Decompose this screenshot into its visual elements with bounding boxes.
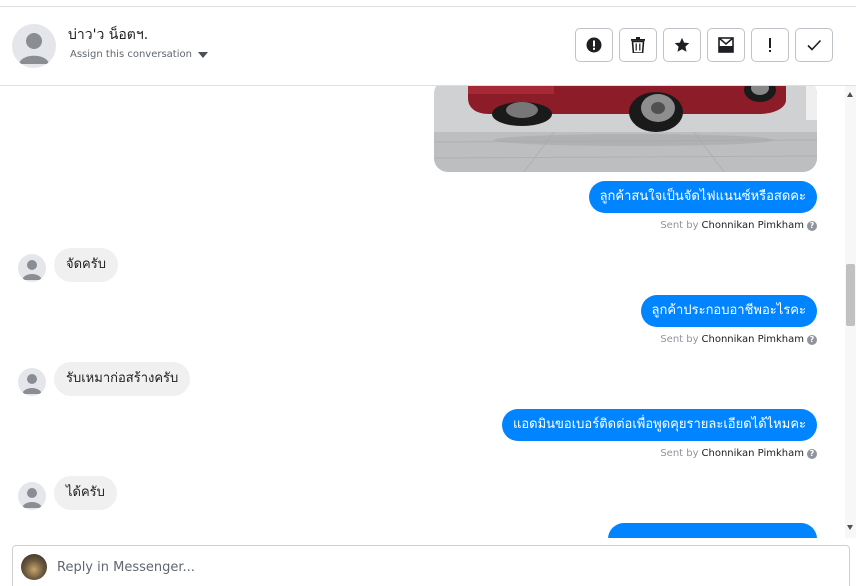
contact-name[interactable]: บ่าว'ว น็อตฯ. [68,24,148,46]
default-person-icon [19,33,49,64]
scroll-down-arrow-icon[interactable] [847,525,853,530]
star-icon [674,37,690,52]
default-person-icon [22,374,42,394]
agent-name[interactable]: Chonnikan Pimkham [702,220,804,231]
scrollbar-thumb[interactable] [846,264,855,326]
mark-done-button[interactable] [795,28,833,62]
car-photo-image [434,86,817,172]
scroll-up-arrow-icon[interactable] [847,92,853,97]
car-photo-attachment[interactable] [434,86,817,172]
mark-follow-up-button[interactable] [751,28,789,62]
reply-composer [12,545,850,586]
outgoing-message-partial [608,523,817,538]
sent-by-meta: Sent by Chonnikan Pimkham ? [660,220,817,231]
move-to-done-button[interactable] [707,28,745,62]
thread-scrollbar[interactable] [845,86,856,538]
help-icon[interactable]: ? [807,334,817,345]
help-icon[interactable]: ? [807,448,817,459]
incoming-message: ได้ครับ [54,476,117,510]
checkmark-icon [807,39,822,51]
conversation-header: บ่าว'ว น็อตฯ. Assign this conversation [0,6,856,86]
help-icon[interactable]: ? [807,220,817,231]
assign-conversation-dropdown[interactable]: Assign this conversation [70,49,208,60]
sent-by-meta: Sent by Chonnikan Pimkham ? [660,448,817,459]
default-person-icon [22,488,42,508]
header-actions [575,28,833,62]
messenger-inbox-window: บ่าว'ว น็อตฯ. Assign this conversation ล… [0,0,856,586]
outgoing-message: ลูกค้าสนใจเป็นจัดไฟแนนซ์หรือสดคะ [588,181,817,213]
sender-avatar[interactable] [18,482,46,510]
archive-envelope-icon [718,37,734,53]
mark-spam-button[interactable] [575,28,613,62]
exclamation-icon [769,38,771,52]
agent-name[interactable]: Chonnikan Pimkham [702,334,804,345]
star-button[interactable] [663,28,701,62]
message-thread: ลูกค้าสนใจเป็นจัดไฟแนนซ์หรือสดคะ Sent by… [0,86,845,538]
assign-label: Assign this conversation [70,49,192,60]
reply-input[interactable] [57,556,817,578]
outgoing-message: ลูกค้าประกอบอาชีพอะไรคะ [640,295,817,327]
sender-avatar[interactable] [18,368,46,396]
sent-by-prefix: Sent by [660,334,699,345]
sent-by-prefix: Sent by [660,220,699,231]
sent-by-meta: Sent by Chonnikan Pimkham ? [660,334,817,345]
sender-avatar[interactable] [18,254,46,282]
alert-circle-icon [586,37,602,53]
page-avatar [21,554,47,580]
caret-down-icon [197,51,208,58]
default-person-icon [22,260,42,280]
delete-button[interactable] [619,28,657,62]
incoming-message: รับเหมาก่อสร้างครับ [54,362,191,396]
outgoing-message: แอดมินขอเบอร์ติดต่อเพื่อพูดคุยรายละเอียด… [501,409,817,441]
incoming-message: จัดครับ [54,248,118,282]
sent-by-prefix: Sent by [660,448,699,459]
contact-avatar[interactable] [12,24,56,68]
agent-name[interactable]: Chonnikan Pimkham [702,448,804,459]
trash-icon [631,37,645,53]
